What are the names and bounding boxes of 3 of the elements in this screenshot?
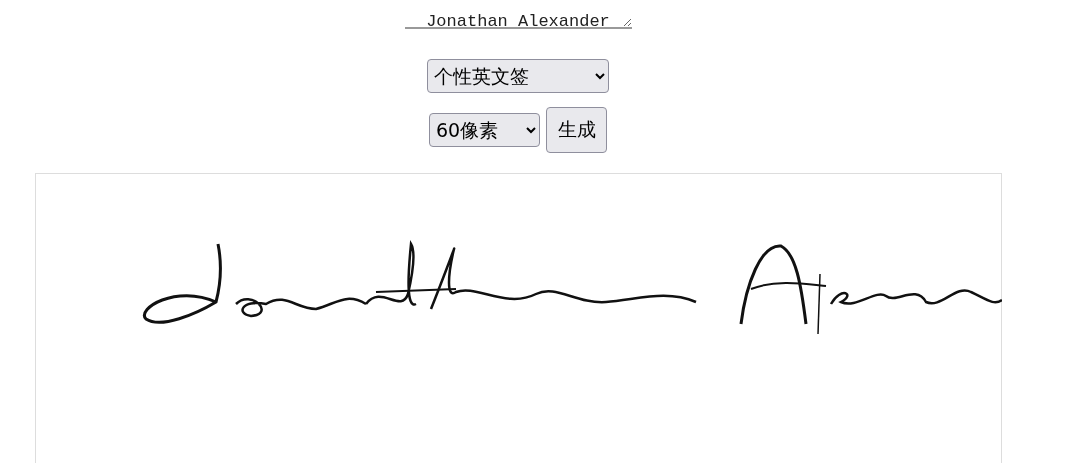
style-select[interactable]: 个性英文签 — [427, 59, 609, 93]
generate-button[interactable]: 生成 — [546, 107, 607, 153]
size-select[interactable]: 60像素 — [429, 113, 540, 147]
